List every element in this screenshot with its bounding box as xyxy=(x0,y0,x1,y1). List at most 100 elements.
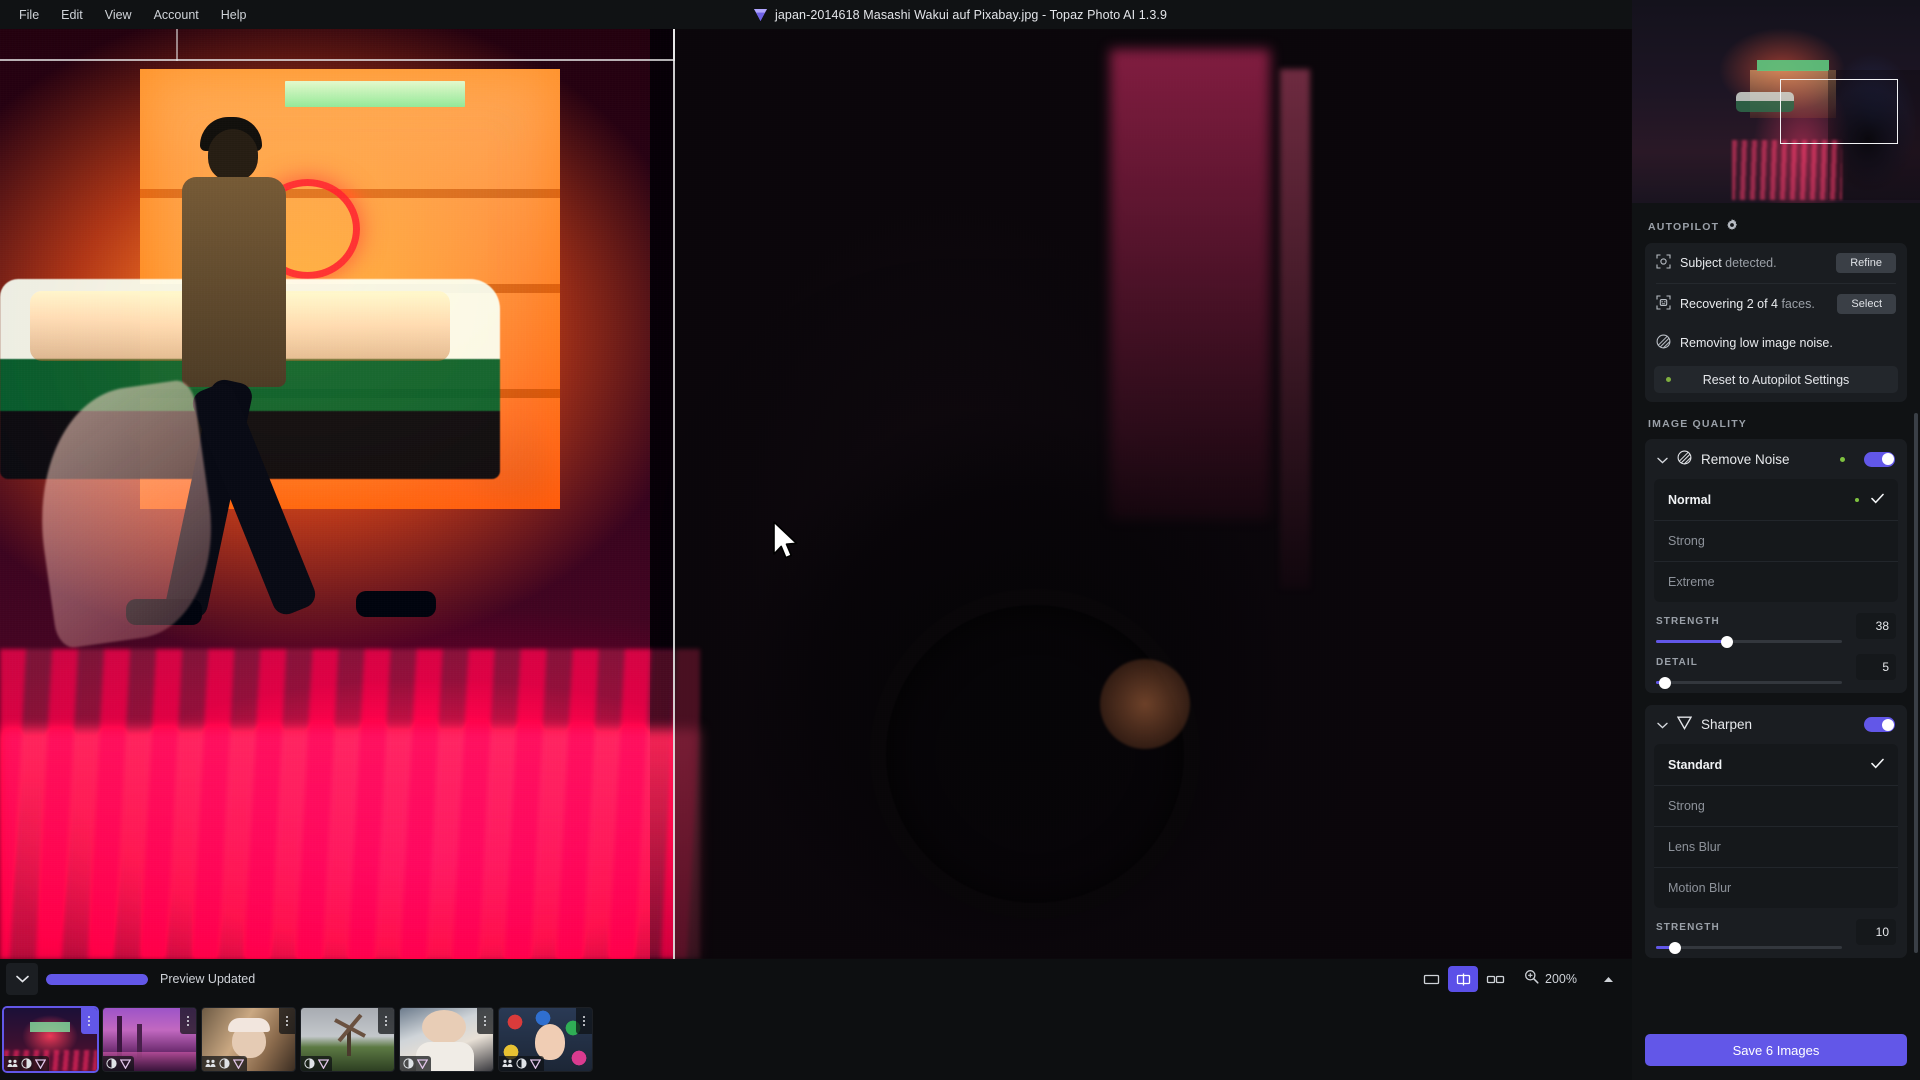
zoom-in-icon[interactable] xyxy=(1524,969,1539,989)
sharpen-icon xyxy=(318,1058,329,1069)
noise-icon xyxy=(516,1058,527,1069)
toggle-sharpen[interactable] xyxy=(1864,717,1895,732)
model-options-sharpen[interactable]: Standard Strong Lens Blur Motion Blur xyxy=(1654,744,1898,908)
slider-detail-remove-noise[interactable]: DETAIL 5 xyxy=(1645,652,1907,693)
chevron-down-icon[interactable] xyxy=(1657,452,1668,467)
filmstrip-thumb-japan-night-street[interactable] xyxy=(2,1006,99,1073)
menu-account[interactable]: Account xyxy=(143,3,210,27)
reset-autopilot-label: Reset to Autopilot Settings xyxy=(1702,372,1850,387)
option-label: Lens Blur xyxy=(1668,840,1721,854)
model-options-remove-noise[interactable]: Normal Strong Extreme xyxy=(1654,479,1898,602)
view-mode-side-by-side-button[interactable] xyxy=(1480,966,1510,992)
slider-strength-remove-noise[interactable]: STRENGTH 38 xyxy=(1645,611,1907,652)
filmstrip-thumb-purple-bridge[interactable] xyxy=(102,1007,197,1072)
preview-status-label: Preview Updated xyxy=(160,972,256,986)
thumb-menu-button[interactable] xyxy=(279,1008,295,1034)
photo-comparison[interactable] xyxy=(0,29,1632,959)
slider-knob[interactable] xyxy=(1668,941,1681,954)
navigator-panel[interactable] xyxy=(1632,0,1920,203)
filmstrip-thumb-child-portrait[interactable] xyxy=(399,1007,494,1072)
option-strong[interactable]: Strong xyxy=(1654,520,1898,561)
noise-icon xyxy=(304,1058,315,1069)
menu-file[interactable]: File xyxy=(8,3,50,27)
option-motion-blur[interactable]: Motion Blur xyxy=(1654,867,1898,908)
panel-scrollbar[interactable] xyxy=(1914,413,1918,953)
slider-knob[interactable] xyxy=(1720,635,1733,648)
thumb-menu-button[interactable] xyxy=(378,1008,394,1034)
select-faces-button[interactable]: Select xyxy=(1837,294,1896,314)
navigator-viewport-box[interactable] xyxy=(1780,79,1898,144)
menu-help[interactable]: Help xyxy=(210,3,258,27)
slider-value-strength[interactable]: 38 xyxy=(1856,613,1896,639)
noise-circle-icon xyxy=(1656,334,1671,352)
image-quality-section-title: IMAGE QUALITY xyxy=(1648,418,1748,430)
filmstrip-thumb-ball-pit-baby[interactable] xyxy=(498,1007,593,1072)
tool-card-remove-noise: Remove Noise Normal Strong Extreme STREN… xyxy=(1645,439,1907,693)
image-preview-canvas[interactable] xyxy=(0,29,1632,959)
view-mode-single-button[interactable] xyxy=(1416,966,1446,992)
thumb-menu-button[interactable] xyxy=(576,1008,592,1034)
save-images-button[interactable]: Save 6 Images xyxy=(1645,1034,1907,1066)
tool-header-sharpen[interactable]: Sharpen xyxy=(1645,705,1907,744)
photo-original-half xyxy=(673,29,1632,959)
subject-icon xyxy=(205,1059,216,1067)
thumb-badges xyxy=(4,1056,49,1071)
sharpen-icon xyxy=(120,1058,131,1069)
slider-track[interactable] xyxy=(1656,635,1842,648)
toggle-remove-noise[interactable] xyxy=(1864,451,1895,467)
thumb-menu-button[interactable] xyxy=(81,1008,97,1034)
slider-value-detail[interactable]: 5 xyxy=(1856,654,1896,680)
noise-icon xyxy=(21,1058,32,1069)
menu-view[interactable]: View xyxy=(94,3,143,27)
slider-label: DETAIL xyxy=(1656,657,1698,668)
slider-strength-sharpen[interactable]: STRENGTH 10 xyxy=(1645,917,1907,958)
split-view-icon xyxy=(1456,973,1470,985)
check-icon xyxy=(1871,758,1884,772)
refine-subject-button[interactable]: Refine xyxy=(1836,253,1896,273)
tool-card-sharpen: Sharpen Standard Strong Lens Blur Motion… xyxy=(1645,705,1907,958)
autopilot-faces-label: Recovering 2 of 4 faces. xyxy=(1680,297,1815,311)
caret-up-icon[interactable] xyxy=(1603,970,1614,988)
option-strong[interactable]: Strong xyxy=(1654,785,1898,826)
image-quality-section-header: IMAGE QUALITY xyxy=(1632,402,1920,439)
collapse-filmstrip-button[interactable] xyxy=(6,963,38,995)
zoom-level-label[interactable]: 200% xyxy=(1545,972,1583,986)
view-mode-controls: 200% xyxy=(1416,966,1614,992)
view-mode-split-button[interactable] xyxy=(1448,966,1478,992)
reset-to-autopilot-settings-button[interactable]: Reset to Autopilot Settings xyxy=(1654,366,1898,393)
settings-scroll-area[interactable]: AUTOPILOT Subject detected. Refine Recov… xyxy=(1632,203,1920,1024)
autopilot-subject-label: Subject detected. xyxy=(1680,256,1777,270)
document-title: japan-2014618 Masashi Wakui auf Pixabay.… xyxy=(774,7,1168,22)
right-settings-panel: AUTOPILOT Subject detected. Refine Recov… xyxy=(1632,0,1920,1080)
option-extreme[interactable]: Extreme xyxy=(1654,561,1898,602)
slider-label: STRENGTH xyxy=(1656,922,1720,933)
option-label: Strong xyxy=(1668,799,1705,813)
autopilot-section-title: AUTOPILOT xyxy=(1648,220,1720,233)
option-normal[interactable]: Normal xyxy=(1654,479,1898,520)
chevron-down-icon[interactable] xyxy=(1657,717,1668,732)
filmstrip-thumb-windmill-field[interactable] xyxy=(300,1007,395,1072)
menu-edit[interactable]: Edit xyxy=(50,3,94,27)
zoom-controls: 200% xyxy=(1524,969,1614,989)
tool-name-remove-noise: Remove Noise xyxy=(1701,451,1790,467)
split-view-divider[interactable] xyxy=(673,29,675,959)
bottom-toolbar: Preview Updated 200% xyxy=(0,959,1632,999)
slider-track[interactable] xyxy=(1656,676,1842,689)
slider-track[interactable] xyxy=(1656,941,1842,954)
reset-status-dot xyxy=(1666,377,1671,382)
thumb-badges xyxy=(499,1056,544,1071)
check-icon xyxy=(1871,493,1884,507)
thumb-menu-button[interactable] xyxy=(477,1008,493,1034)
thumb-badges xyxy=(103,1056,134,1071)
slider-value-sharpen-strength[interactable]: 10 xyxy=(1856,919,1896,945)
option-lens-blur[interactable]: Lens Blur xyxy=(1654,826,1898,867)
topaz-diamond-logo-icon xyxy=(753,8,768,22)
filmstrip-thumb-girl-with-hat[interactable] xyxy=(201,1007,296,1072)
slider-label: STRENGTH xyxy=(1656,616,1720,627)
tool-header-remove-noise[interactable]: Remove Noise xyxy=(1645,439,1907,479)
image-filmstrip[interactable] xyxy=(0,999,1632,1080)
option-standard[interactable]: Standard xyxy=(1654,744,1898,785)
slider-knob[interactable] xyxy=(1659,676,1672,689)
thumb-menu-button[interactable] xyxy=(180,1008,196,1034)
gear-icon[interactable] xyxy=(1726,219,1738,234)
